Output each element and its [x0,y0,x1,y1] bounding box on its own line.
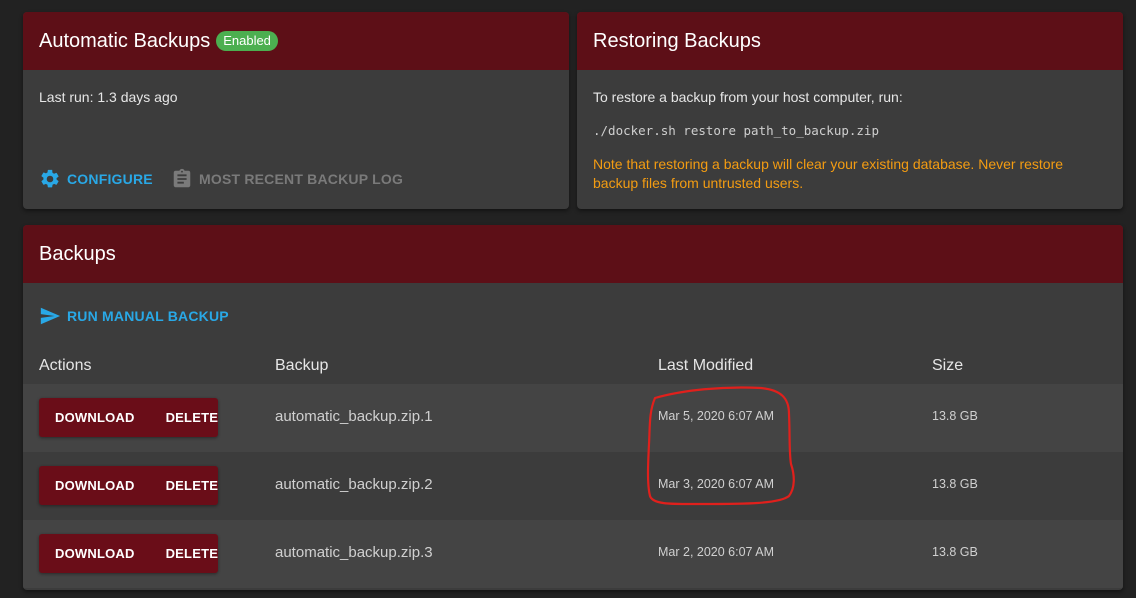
column-size: Size [932,357,964,374]
backups-card: Backups RUN MANUAL BACKUP Actions Backup… [23,225,1123,590]
download-button[interactable]: DOWNLOAD [39,546,151,561]
restore-command: ./docker.sh restore path_to_backup.zip [593,123,879,138]
run-manual-backup-button[interactable]: RUN MANUAL BACKUP [39,305,229,327]
table-row: DOWNLOAD DELETE automatic_backup.zip.2 M… [23,452,1123,520]
most-recent-backup-log-label: MOST RECENT BACKUP LOG [199,171,404,187]
column-last-modified: Last Modified [658,357,754,374]
restoring-backups-title: Restoring Backups [593,29,761,52]
automatic-backups-card: Automatic Backups Enabled Last run: 1.3 … [23,12,569,209]
restoring-backups-header: Restoring Backups [577,12,1123,70]
row-actions: DOWNLOAD DELETE [39,398,218,437]
most-recent-backup-log-button[interactable]: MOST RECENT BACKUP LOG [171,168,403,190]
last-modified: Mar 5, 2020 6:07 AM [658,409,775,423]
last-modified: Mar 3, 2020 6:07 AM [658,477,775,491]
configure-button[interactable]: CONFIGURE [39,168,153,190]
table-row: DOWNLOAD DELETE automatic_backup.zip.3 M… [23,520,1123,588]
last-modified: Mar 2, 2020 6:07 AM [658,545,775,559]
automatic-backups-header: Automatic Backups Enabled [23,12,569,70]
delete-button[interactable]: DELETE [151,410,234,425]
restoring-backups-card: Restoring Backups To restore a backup fr… [577,12,1123,209]
download-button[interactable]: DOWNLOAD [39,478,151,493]
last-run-text: Last run: 1.3 days ago [39,89,178,105]
restore-instruction: To restore a backup from your host compu… [593,89,903,105]
configure-label: CONFIGURE [67,171,153,187]
backup-name: automatic_backup.zip.2 [275,476,433,493]
backup-name: automatic_backup.zip.3 [275,544,433,561]
delete-button[interactable]: DELETE [151,546,234,561]
table-row: DOWNLOAD DELETE automatic_backup.zip.1 M… [23,384,1123,452]
restore-warning: Note that restoring a backup will clear … [593,156,1064,191]
download-button[interactable]: DOWNLOAD [39,410,151,425]
enabled-badge: Enabled [216,31,278,51]
run-manual-backup-label: RUN MANUAL BACKUP [67,308,229,324]
automatic-backups-title: Automatic Backups [39,29,211,52]
column-actions: Actions [39,357,92,374]
gear-icon [41,169,59,188]
table-header: Actions Backup Last Modified Size [23,355,1123,385]
backups-title: Backups [39,242,116,265]
row-actions: DOWNLOAD DELETE [39,534,218,573]
clipboard-icon [173,168,191,188]
column-backup: Backup [275,357,329,374]
backup-size: 13.8 GB [932,477,978,491]
send-icon [40,307,61,325]
row-actions: DOWNLOAD DELETE [39,466,218,505]
backup-size: 13.8 GB [932,545,978,559]
delete-button[interactable]: DELETE [151,478,234,493]
backups-header: Backups [23,225,1123,283]
backup-name: automatic_backup.zip.1 [275,408,433,425]
backup-size: 13.8 GB [932,409,978,423]
